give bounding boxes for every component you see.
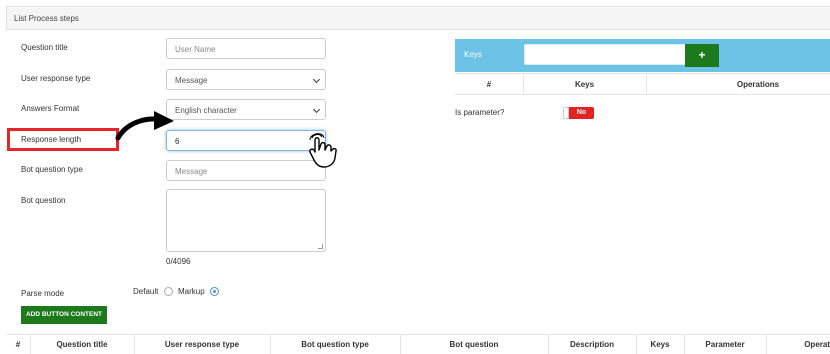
panel-header: List Process steps xyxy=(6,6,830,30)
steps-col-keys: Keys xyxy=(650,340,670,349)
user-response-type-select[interactable]: Message xyxy=(166,69,326,90)
add-button-content-button[interactable]: ADD BUTTON CONTENT xyxy=(21,306,107,324)
bot-question-type-input[interactable]: Message xyxy=(166,160,326,181)
parse-mode-markup-label: Markup xyxy=(178,287,205,296)
user-response-type-label: User response type xyxy=(21,74,91,83)
steps-col-index: # xyxy=(15,340,21,349)
keys-table-header: # Keys Operations xyxy=(455,73,830,95)
parse-mode-label: Parse mode xyxy=(21,289,65,298)
steps-col-question-title: Question title xyxy=(56,340,108,349)
answers-format-label: Answers Format xyxy=(21,104,80,113)
bot-question-textarea[interactable] xyxy=(166,189,326,252)
bot-question-counter: 0/4096 xyxy=(166,257,191,266)
radio-checked-icon[interactable] xyxy=(209,287,219,297)
keys-col-operations: Operations xyxy=(736,80,780,89)
is-parameter-toggle[interactable]: No xyxy=(563,107,594,119)
keys-input[interactable] xyxy=(524,44,686,65)
keys-bar: Keys + xyxy=(455,39,830,72)
steps-col-parameter: Parameter xyxy=(705,340,745,349)
plus-icon: + xyxy=(698,48,706,62)
steps-col-operations: Operat xyxy=(804,340,830,349)
keys-col-index: # xyxy=(486,80,492,89)
parse-mode-default[interactable]: Default xyxy=(133,287,173,297)
steps-col-user-response-type: User response type xyxy=(164,340,240,349)
question-title-label: Question title xyxy=(21,43,68,52)
steps-col-bot-question-type: Bot question type xyxy=(301,340,369,349)
steps-col-bot-question: Bot question xyxy=(449,340,499,349)
steps-col-description: Description xyxy=(569,340,614,349)
pointer-arrow-icon xyxy=(115,111,174,141)
toggle-state: No xyxy=(569,107,594,119)
question-title-input[interactable]: User Name xyxy=(166,38,326,59)
bot-question-label: Bot question xyxy=(21,196,66,205)
keys-col-keys: Keys xyxy=(574,80,595,89)
is-parameter-label: Is parameter? xyxy=(455,108,505,117)
resize-grip-icon[interactable] xyxy=(318,244,323,249)
panel-title: List Process steps xyxy=(14,14,79,23)
response-length-label: Response length xyxy=(21,135,82,144)
bot-question-type-label: Bot question type xyxy=(21,165,83,174)
add-key-button[interactable]: + xyxy=(685,44,719,67)
steps-table-header: # Question title User response type Bot … xyxy=(6,334,830,354)
keys-title: Keys xyxy=(464,50,482,59)
radio-icon[interactable] xyxy=(163,287,173,297)
hand-cursor-icon xyxy=(309,133,337,168)
parse-mode-markup[interactable]: Markup xyxy=(178,287,219,297)
response-length-input[interactable]: 6 xyxy=(166,130,326,151)
parse-mode-default-label: Default xyxy=(133,287,159,296)
answers-format-select[interactable]: English character xyxy=(166,99,326,120)
